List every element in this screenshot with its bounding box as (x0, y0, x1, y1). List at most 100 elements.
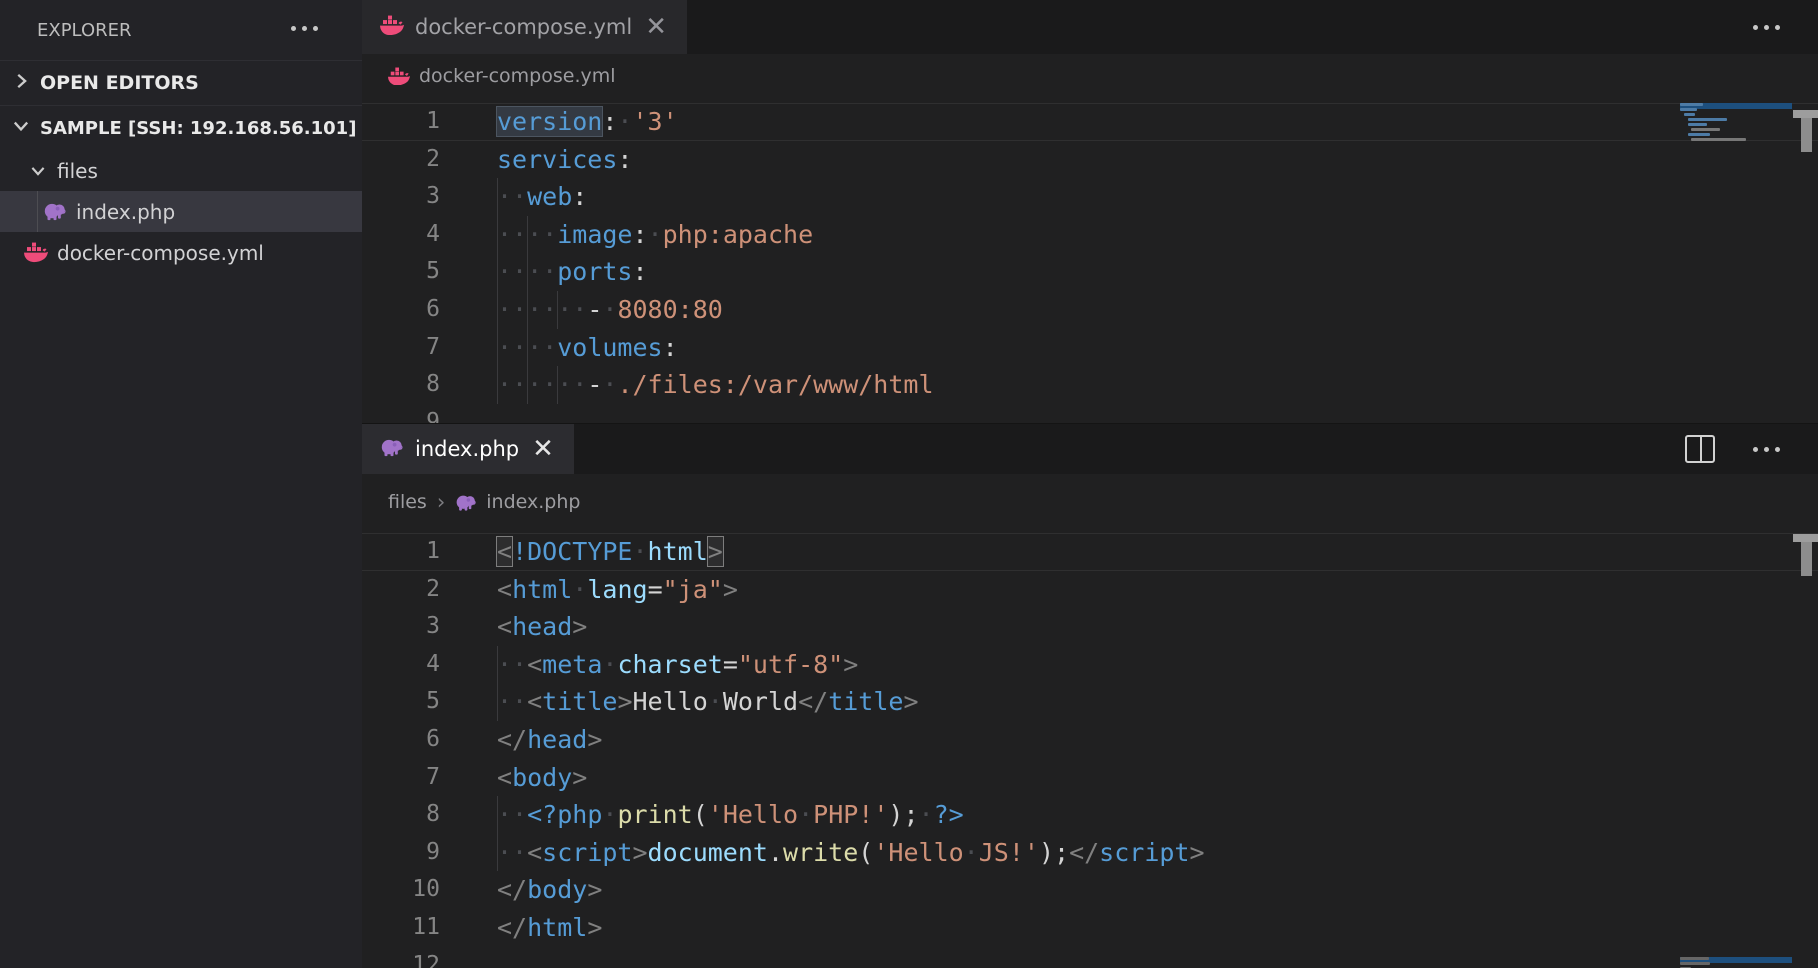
token-key: web (527, 182, 572, 211)
close-icon[interactable]: ✕ (643, 14, 669, 40)
code-line-4[interactable]: 4····image:·php:apache (362, 216, 1818, 254)
tree-item-files[interactable]: files (0, 150, 362, 191)
scrollbar-thumb[interactable] (1801, 118, 1812, 152)
line-content: ····image:·php:apache (497, 216, 813, 254)
token-pun: </ (798, 687, 828, 716)
line-content: <body> (497, 759, 587, 797)
more-actions-icon[interactable] (1753, 25, 1780, 30)
line-number: 3 (362, 178, 440, 216)
token-op: = (648, 575, 663, 604)
code-line-4[interactable]: 4··<meta·charset="utf-8"> (362, 646, 1818, 684)
token-txt: World (723, 687, 798, 716)
code-line-8[interactable]: 8······-·./files:/var/www/html (362, 366, 1818, 404)
token-op: ( (693, 800, 708, 829)
token-op: - (587, 370, 602, 399)
token-ws: ···· (497, 257, 557, 286)
code-line-2[interactable]: 2<html·lang="ja"> (362, 571, 1818, 609)
token-op: . (768, 838, 783, 867)
breadcrumb-item[interactable]: docker-compose.yml (388, 65, 616, 87)
docker-icon (24, 242, 48, 262)
tree-item-label: docker-compose.yml (57, 241, 264, 265)
token-pun: < (497, 763, 512, 792)
token-str: JS!' (979, 838, 1039, 867)
tab-docker-compose[interactable]: docker-compose.yml ✕ (362, 0, 687, 54)
tree-item-docker-compose-yml[interactable]: docker-compose.yml (0, 232, 362, 273)
token-ws: · (708, 687, 723, 716)
token-ws: ·· (497, 182, 527, 211)
code-line-6[interactable]: 6</head> (362, 721, 1818, 759)
vscode-window: EXPLORER OPEN EDITORS SAMPLE [SSH: 192.1… (0, 0, 1818, 968)
line-number: 10 (362, 871, 440, 909)
code-editor-docker-compose[interactable]: 1version:·'3'2services:3 ··web:4····image… (362, 98, 1818, 423)
line-number: 12 (362, 947, 440, 968)
token-ws: · (617, 107, 632, 136)
breadcrumb-item[interactable]: files (388, 491, 427, 513)
token-ws: ·· (497, 687, 527, 716)
token-pun: > (587, 725, 602, 754)
explorer-more-icon[interactable] (291, 26, 318, 31)
minimap-line (1680, 962, 1710, 965)
tree-item-index-php[interactable]: index.php (0, 191, 362, 232)
minimap-bottom[interactable] (1680, 957, 1792, 968)
code-line-2[interactable]: 2services: (362, 141, 1818, 179)
token-meta: ?> (934, 800, 964, 829)
token-pun: > (903, 687, 918, 716)
code-line-6[interactable]: 6······-·8080:80 (362, 291, 1818, 329)
token-op: : (632, 220, 647, 249)
open-editors-label: OPEN EDITORS (40, 72, 199, 94)
line-number: 9 (362, 834, 440, 872)
code-line-10[interactable]: 10</body> (362, 871, 1818, 909)
token-tag: script (1099, 838, 1189, 867)
editor-group-top: docker-compose.yml ✕ docker-compose.yml … (362, 0, 1818, 423)
token-str: ./files:/var/www/html (617, 370, 933, 399)
code-line-7[interactable]: 7<body> (362, 759, 1818, 797)
line-content: <head> (497, 608, 587, 646)
code-line-1[interactable]: 1version:·'3' (362, 103, 1818, 141)
line-number: 6 (362, 291, 440, 329)
code-line-8[interactable]: 8··<?php·print('Hello·PHP!');·?> (362, 796, 1818, 834)
tab-index-php[interactable]: index.php ✕ (362, 424, 574, 474)
token-ws: ·· (497, 838, 527, 867)
token-tag: head (527, 725, 587, 754)
code-line-1[interactable]: 1<!DOCTYPE·html> (362, 533, 1818, 571)
token-pun: > (572, 612, 587, 641)
project-root-section[interactable]: SAMPLE [SSH: 192.168.56.101] (0, 105, 362, 150)
token-ws: · (572, 575, 587, 604)
minimap-line (1688, 133, 1711, 136)
open-editors-section[interactable]: OPEN EDITORS (0, 60, 362, 105)
code-line-9[interactable]: 9 (362, 404, 1818, 423)
code-line-5[interactable]: 5··<title>Hello·World</title> (362, 683, 1818, 721)
code-line-7[interactable]: 7····volumes: (362, 329, 1818, 367)
line-number: 2 (362, 571, 440, 609)
code-line-5[interactable]: 5····ports: (362, 253, 1818, 291)
code-line-3[interactable]: 3··web: (362, 178, 1818, 216)
token-pun: > (632, 838, 647, 867)
code-line-12[interactable]: 12 (362, 947, 1818, 968)
code-line-11[interactable]: 11</html> (362, 909, 1818, 947)
code-line-9[interactable]: 9··<script>document.write('Hello·JS!');<… (362, 834, 1818, 872)
split-editor-icon[interactable] (1685, 435, 1715, 463)
more-actions-icon[interactable] (1753, 447, 1780, 452)
token-ws: · (632, 537, 647, 566)
line-number: 5 (362, 253, 440, 291)
token-ws: · (964, 838, 979, 867)
explorer-title: EXPLORER (37, 20, 132, 41)
code-editor-index-php[interactable]: 1<!DOCTYPE·html>2<html·lang="ja">3<head>… (362, 530, 1818, 968)
php-icon (455, 493, 477, 511)
editor-group-bottom: index.php ✕ files› index.php 1<!DOCTYPE·… (362, 423, 1818, 968)
breadcrumb-item[interactable]: index.php (455, 491, 580, 513)
scrollbar-thumb[interactable] (1801, 542, 1812, 576)
tree-item-label: files (57, 159, 98, 183)
line-content: </head> (497, 721, 602, 759)
token-pun: < (497, 575, 512, 604)
chevron-down-icon (10, 115, 32, 142)
close-icon[interactable]: ✕ (530, 436, 556, 462)
line-content: ··<title>Hello·World</title> (497, 683, 919, 721)
token-op: ( (858, 838, 873, 867)
code-line-3[interactable]: 3<head> (362, 608, 1818, 646)
minimap-top[interactable] (1680, 103, 1792, 143)
token-pun: > (617, 687, 632, 716)
token-key: ports (557, 257, 632, 286)
overview-ruler-cursor-mark (1793, 534, 1818, 542)
token-pun: </ (497, 913, 527, 942)
